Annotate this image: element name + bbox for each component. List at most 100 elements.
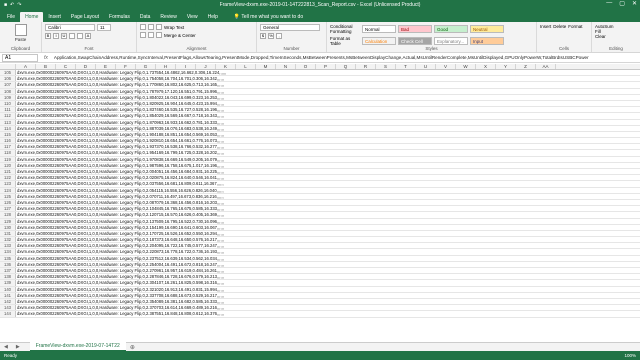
row-number[interactable]: 138	[0, 274, 16, 280]
insert-cells-button[interactable]: Insert	[540, 24, 551, 29]
column-header[interactable]: Q	[336, 64, 356, 69]
row-number[interactable]: 107	[0, 82, 16, 88]
column-header[interactable]: L	[236, 64, 256, 69]
row-number[interactable]: 127	[0, 206, 16, 212]
row-number[interactable]: 140	[0, 286, 16, 292]
row-number[interactable]: 128	[0, 212, 16, 218]
align-bottom-icon[interactable]	[156, 24, 162, 30]
merge-center-button[interactable]: Merge & Center	[164, 33, 196, 38]
font-color-icon[interactable]: A	[85, 33, 91, 39]
column-header[interactable]: P	[316, 64, 336, 69]
italic-button[interactable]: I	[53, 33, 59, 39]
underline-button[interactable]: U	[61, 33, 67, 39]
cell-a[interactable]: dxvm.exe,0x000002260975AA0,DXGI,1,0,0,Ha…	[16, 293, 224, 298]
row-number[interactable]: 105	[0, 70, 16, 76]
row-number[interactable]: 129	[0, 218, 16, 224]
wrap-text-button[interactable]: Wrap Text	[164, 25, 184, 30]
cell-a[interactable]: dxvm.exe,0x000002260975AA0,DXGI,1,0,0,Ha…	[16, 175, 224, 180]
row-number[interactable]: 144	[0, 311, 16, 317]
cell-a[interactable]: dxvm.exe,0x000002260975AA0,DXGI,1,0,0,Ha…	[16, 249, 224, 254]
cell-a[interactable]: dxvm.exe,0x000002260975AA0,DXGI,1,0,0,Ha…	[16, 268, 224, 273]
row-number[interactable]: 117	[0, 144, 16, 150]
style-bad[interactable]: Bad	[398, 25, 432, 33]
row-number[interactable]: 115	[0, 131, 16, 138]
row-number[interactable]: 121	[0, 169, 16, 175]
bold-button[interactable]: B	[45, 33, 51, 39]
column-header[interactable]: I	[176, 64, 196, 69]
row-number[interactable]: 142	[0, 298, 16, 305]
row-number[interactable]: 113	[0, 119, 16, 125]
column-header[interactable]: U	[416, 64, 436, 69]
row-number[interactable]: 114	[0, 125, 16, 131]
cell-a[interactable]: dxvm.exe,0x000002260975AA0,DXGI,1,0,0,Ha…	[16, 70, 226, 75]
cell-a[interactable]: dxvm.exe,0x000002260975AA0,DXGI,1,0,0,Ha…	[16, 138, 224, 143]
row-number[interactable]: 116	[0, 138, 16, 144]
cell-a[interactable]: dxvm.exe,0x000002260975AA0,DXGI,1,0,0,Ha…	[16, 181, 224, 186]
row-number[interactable]: 134	[0, 249, 16, 255]
fx-icon[interactable]: fx	[38, 55, 54, 61]
tab-insert[interactable]: Insert	[43, 12, 66, 22]
sheet-nav-prev-icon[interactable]: ◀	[0, 344, 12, 350]
column-header[interactable]: C	[56, 64, 76, 69]
row-number[interactable]: 109	[0, 94, 16, 100]
column-header[interactable]: G	[136, 64, 156, 69]
cell-a[interactable]: dxvm.exe,0x000002260975AA0,DXGI,1,0,0,Ha…	[16, 150, 224, 155]
column-header[interactable]: F	[116, 64, 136, 69]
style-explanatory[interactable]: Explanatory...	[434, 37, 468, 45]
column-header[interactable]: B	[36, 64, 56, 69]
tab-review[interactable]: Review	[155, 12, 181, 22]
comma-icon[interactable]: ,	[276, 33, 282, 39]
tell-me-search[interactable]: 💡 Tell me what you want to do	[231, 12, 306, 22]
column-header[interactable]: O	[296, 64, 316, 69]
cell-a[interactable]: dxvm.exe,0x000002260975AA0,DXGI,1,0,0,Ha…	[16, 107, 224, 112]
sheet-nav-next-icon[interactable]: ▶	[12, 344, 24, 350]
zoom-level[interactable]: 100%	[624, 353, 636, 358]
paste-button[interactable]: Paste	[3, 24, 38, 42]
cell-a[interactable]: dxvm.exe,0x000002260975AA0,DXGI,1,0,0,Ha…	[16, 287, 224, 292]
row-number[interactable]: 106	[0, 76, 16, 82]
style-neutral[interactable]: Neutral	[470, 25, 504, 33]
format-as-table-button[interactable]: Format as Table	[330, 36, 360, 46]
borders-icon[interactable]	[69, 33, 75, 39]
style-check-cell[interactable]: Check Cell	[398, 37, 432, 45]
cell-a[interactable]: dxvm.exe,0x000002260975AA0,DXGI,1,0,0,Ha…	[16, 188, 224, 193]
row-number[interactable]: 110	[0, 100, 16, 107]
spreadsheet-grid[interactable]: A B C D E F G H I J K L M N O P Q R S T U V W X Y Z AA 105 dxvm.exe…	[0, 64, 640, 342]
row-number[interactable]: 124	[0, 187, 16, 193]
row-number[interactable]: 126	[0, 199, 16, 206]
column-header[interactable]: K	[216, 64, 236, 69]
format-cells-button[interactable]: Format	[568, 24, 582, 29]
font-size-select[interactable]: 11	[97, 24, 111, 31]
row-number[interactable]: 112	[0, 113, 16, 119]
style-normal[interactable]: Normal	[362, 25, 396, 33]
tab-view[interactable]: View	[182, 12, 203, 22]
column-header[interactable]: E	[96, 64, 116, 69]
maximize-button[interactable]: ▢	[619, 0, 625, 7]
align-right-icon[interactable]	[156, 32, 162, 38]
cell-a[interactable]: dxvm.exe,0x000002260975AA0,DXGI,1,0,0,Ha…	[16, 256, 224, 261]
cell-a[interactable]: dxvm.exe,0x000002260975AA0,DXGI,1,0,0,Ha…	[16, 311, 224, 316]
cell-a[interactable]: dxvm.exe,0x000002260975AA0,DXGI,1,0,0,Ha…	[16, 163, 224, 168]
row-number[interactable]: 133	[0, 243, 16, 249]
cell-a[interactable]: dxvm.exe,0x000002260975AA0,DXGI,1,0,0,Ha…	[16, 120, 224, 125]
cell-a[interactable]: dxvm.exe,0x000002260975AA0,DXGI,1,0,0,Ha…	[16, 157, 224, 162]
column-header[interactable]: S	[376, 64, 396, 69]
delete-cells-button[interactable]: Delete	[553, 24, 566, 29]
cell-a[interactable]: dxvm.exe,0x000002260975AA0,DXGI,1,0,0,Ha…	[16, 299, 224, 304]
column-header[interactable]: R	[356, 64, 376, 69]
cell-a[interactable]: dxvm.exe,0x000002260975AA0,DXGI,1,0,0,Ha…	[16, 206, 224, 211]
fill-color-icon[interactable]	[77, 33, 83, 39]
style-calculation[interactable]: Calculation	[362, 37, 396, 45]
cell-a[interactable]: dxvm.exe,0x000002260975AA0,DXGI,1,0,0,Ha…	[16, 274, 224, 279]
number-format-select[interactable]: General	[260, 24, 320, 31]
close-button[interactable]: ✕	[632, 0, 637, 7]
cell-a[interactable]: dxvm.exe,0x000002260975AA0,DXGI,1,0,0,Ha…	[16, 262, 224, 267]
cell-a[interactable]: dxvm.exe,0x000002260975AA0,DXGI,1,0,0,Ha…	[16, 219, 224, 224]
cell-a[interactable]: dxvm.exe,0x000002260975AA0,DXGI,1,0,0,Ha…	[16, 237, 224, 242]
align-left-icon[interactable]	[140, 32, 146, 38]
row-number[interactable]: 111	[0, 107, 16, 113]
cell-a[interactable]: dxvm.exe,0x000002260975AA0,DXGI,1,0,0,Ha…	[16, 144, 224, 149]
cell-a[interactable]: dxvm.exe,0x000002260975AA0,DXGI,1,0,0,Ha…	[16, 126, 224, 131]
cell-a[interactable]: dxvm.exe,0x000002260975AA0,DXGI,1,0,0,Ha…	[16, 200, 224, 205]
percent-icon[interactable]: %	[268, 33, 274, 39]
